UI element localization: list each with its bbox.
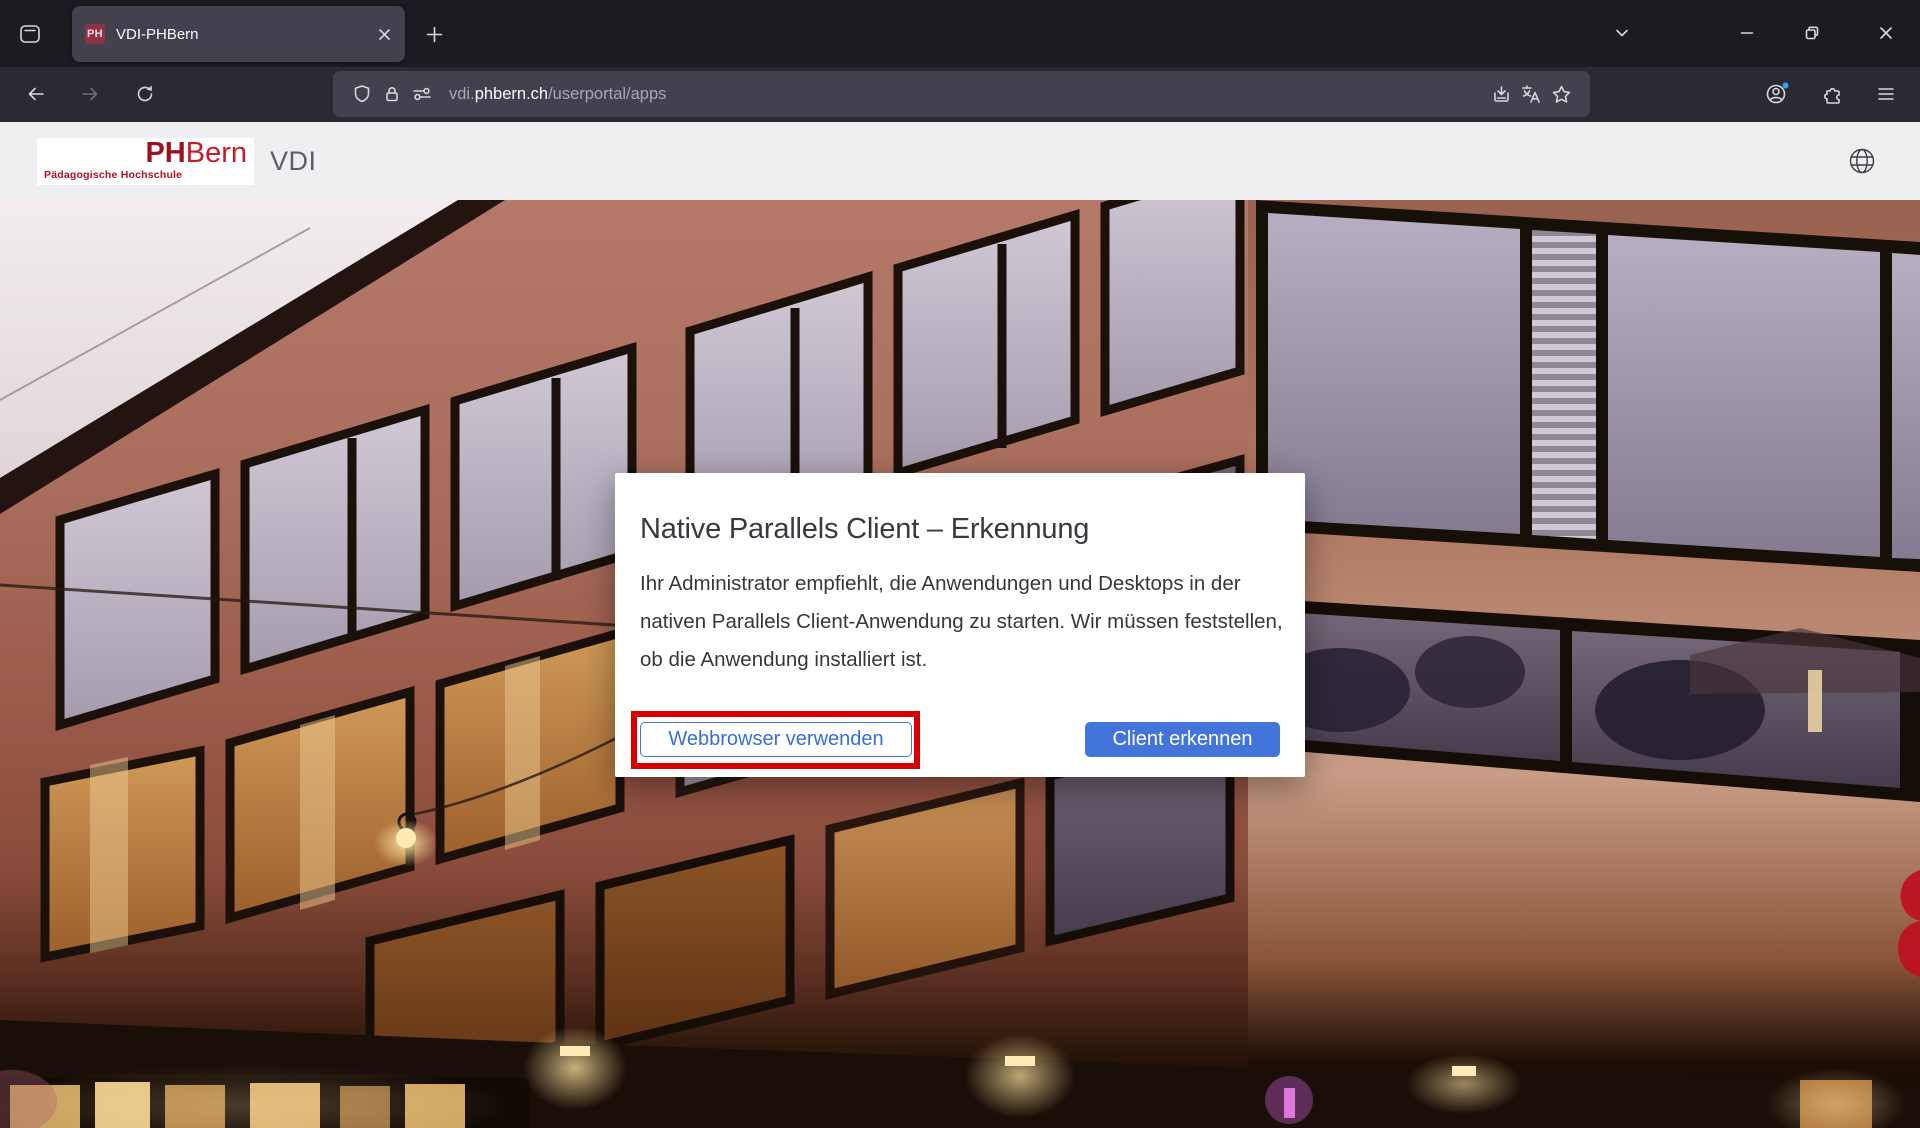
phbern-logo[interactable]: PHBern Pädagogische Hochschule — [37, 138, 254, 185]
url-path: /userportal/apps — [548, 85, 666, 103]
firefox-view-button[interactable] — [16, 20, 44, 48]
reload-button[interactable] — [131, 80, 159, 108]
use-web-browser-button[interactable]: Webbrowser verwenden — [640, 722, 912, 757]
extensions-puzzle-icon[interactable] — [1819, 80, 1847, 108]
browser-window: PH VDI-PHBern — [0, 0, 1920, 1128]
permissions-icon[interactable] — [407, 79, 437, 109]
lit-window-reflection — [1808, 670, 1822, 732]
lock-icon[interactable] — [377, 79, 407, 109]
tab-bar: PH VDI-PHBern — [0, 0, 1920, 67]
tab-close-icon[interactable] — [372, 22, 396, 46]
detect-client-button[interactable]: Client erkennen — [1085, 722, 1280, 757]
language-globe-icon[interactable] — [1846, 145, 1878, 177]
new-tab-button[interactable] — [419, 19, 449, 49]
site-favicon: PH — [85, 24, 105, 44]
phbern-tagline: Pädagogische Hochschule — [44, 169, 182, 181]
tab-title: VDI-PHBern — [116, 26, 372, 43]
minimize-button[interactable] — [1731, 17, 1763, 49]
site-header: PHBern Pädagogische Hochschule VDI — [0, 122, 1920, 200]
url-domain: phbern.ch — [475, 85, 548, 103]
back-button[interactable] — [22, 80, 50, 108]
restore-window-button[interactable] — [1796, 17, 1828, 49]
translate-icon[interactable] — [1516, 79, 1546, 109]
building-number-sign: 8 — [1893, 836, 1920, 1012]
tracking-protection-shield-icon[interactable] — [347, 79, 377, 109]
list-all-tabs-button[interactable] — [1606, 17, 1638, 49]
account-icon[interactable] — [1763, 80, 1791, 108]
phbern-wordmark: PHBern — [145, 138, 247, 169]
url-subdomain: vdi. — [449, 85, 475, 103]
dialog-title: Native Parallels Client – Erkennung — [640, 513, 1089, 546]
tab-vdi-phbern[interactable]: PH VDI-PHBern — [72, 6, 405, 62]
save-page-icon[interactable] — [1486, 79, 1516, 109]
bookmark-star-icon[interactable] — [1546, 79, 1576, 109]
address-bar[interactable]: vdi.phbern.ch/userportal/apps — [333, 71, 1590, 117]
right-facade: 8 — [1248, 200, 1920, 1128]
menu-hamburger-icon[interactable] — [1872, 80, 1900, 108]
navigation-toolbar: vdi.phbern.ch/userportal/apps — [0, 67, 1920, 123]
close-window-button[interactable] — [1870, 17, 1902, 49]
dialog-body-text: Ihr Administrator empfiehlt, die Anwendu… — [640, 565, 1300, 679]
client-detection-dialog: Native Parallels Client – Erkennung Ihr … — [615, 473, 1305, 777]
forward-button[interactable] — [76, 80, 104, 108]
page-title: VDI — [270, 146, 317, 177]
url-text[interactable]: vdi.phbern.ch/userportal/apps — [449, 85, 1486, 104]
